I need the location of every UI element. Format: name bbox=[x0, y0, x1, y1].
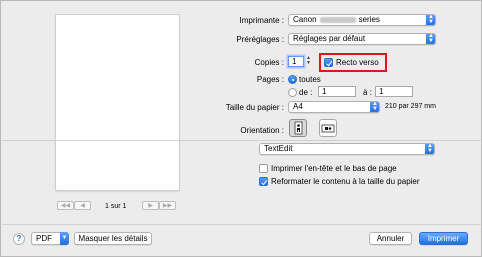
duplex-checkbox[interactable] bbox=[324, 58, 333, 67]
presets-popup[interactable]: Réglages par défaut ▲ ▼ bbox=[288, 33, 436, 45]
pdf-label: PDF bbox=[36, 234, 52, 243]
pdf-menu-button[interactable]: PDF ▼ bbox=[31, 232, 69, 245]
previous-page-button[interactable]: ◀ bbox=[74, 201, 91, 210]
pages-from-label: de : bbox=[299, 88, 313, 97]
presets-value: Réglages par défaut bbox=[293, 34, 366, 43]
preview-nav-back-group: ◀◀ ◀ bbox=[57, 201, 91, 210]
reformat-content-checkbox[interactable] bbox=[259, 177, 268, 186]
copies-field[interactable]: 1 bbox=[288, 56, 304, 67]
next-page-button[interactable]: ▶ bbox=[142, 201, 159, 210]
presets-label: Préréglages : bbox=[236, 35, 284, 44]
pages-range-radio[interactable] bbox=[288, 88, 297, 97]
section-popup[interactable]: TextEdit ▲ ▼ bbox=[259, 143, 435, 155]
pages-label: Pages : bbox=[256, 75, 284, 84]
printer-name-suffix: series bbox=[358, 15, 380, 24]
last-page-button[interactable]: ▶▶ bbox=[159, 201, 176, 210]
portrait-icon bbox=[294, 121, 303, 135]
popup-arrows-icon: ▲ ▼ bbox=[370, 102, 379, 112]
printer-label: Imprimante : bbox=[239, 16, 284, 25]
section-divider bbox=[2, 140, 482, 141]
help-button[interactable]: ? bbox=[13, 233, 25, 245]
reformat-content-label: Reformater le contenu à la taille du pap… bbox=[271, 177, 420, 186]
printer-popup[interactable]: Canon series ▲ ▼ bbox=[288, 14, 436, 26]
orientation-label: Orientation : bbox=[240, 126, 284, 135]
landscape-orientation-button[interactable] bbox=[319, 119, 337, 137]
portrait-orientation-button[interactable] bbox=[289, 119, 307, 137]
preview-nav-forward-group: ▶ ▶▶ bbox=[142, 201, 176, 210]
redacted-model-name bbox=[319, 17, 356, 23]
page-counter: 1 sur 1 bbox=[105, 203, 127, 210]
section-popup-value: TextEdit bbox=[264, 144, 293, 153]
popup-arrows-icon: ▲ ▼ bbox=[426, 15, 435, 25]
printer-name-prefix: Canon bbox=[293, 15, 317, 24]
paper-size-label: Taille du papier : bbox=[225, 103, 284, 112]
cancel-button[interactable]: Annuler bbox=[369, 232, 412, 245]
landscape-icon bbox=[321, 124, 335, 133]
pages-from-field[interactable]: 1 bbox=[318, 86, 356, 97]
paper-dimensions: 210 par 297 mm bbox=[385, 103, 436, 110]
print-button[interactable]: Imprimer bbox=[419, 232, 468, 245]
header-footer-checkbox[interactable] bbox=[259, 164, 268, 173]
copies-stepper[interactable]: ▲ ▼ bbox=[306, 56, 311, 67]
footer-divider bbox=[2, 224, 482, 225]
popup-arrows-icon: ▲ ▼ bbox=[425, 144, 434, 154]
paper-size-popup[interactable]: A4 ▲ ▼ bbox=[288, 101, 380, 113]
duplex-label: Recto verso bbox=[336, 58, 379, 67]
chevron-down-icon: ▼ bbox=[60, 232, 69, 245]
copies-label: Copies : bbox=[254, 58, 284, 67]
pages-all-label: toutes bbox=[299, 75, 321, 84]
hide-details-button[interactable]: Masquer les détails bbox=[74, 232, 152, 245]
pages-all-radio[interactable] bbox=[288, 75, 297, 84]
pages-to-field[interactable]: 1 bbox=[375, 86, 413, 97]
popup-arrows-icon: ▲ ▼ bbox=[426, 34, 435, 44]
pages-to-label: à : bbox=[363, 88, 372, 97]
print-preview-page bbox=[56, 15, 179, 190]
print-dialog: ◀◀ ◀ 1 sur 1 ▶ ▶▶ Imprimante : Canon seri… bbox=[0, 0, 482, 257]
first-page-button[interactable]: ◀◀ bbox=[57, 201, 74, 210]
header-footer-label: Imprimer l'en-tête et le bas de page bbox=[271, 164, 397, 173]
paper-size-value: A4 bbox=[293, 102, 303, 111]
